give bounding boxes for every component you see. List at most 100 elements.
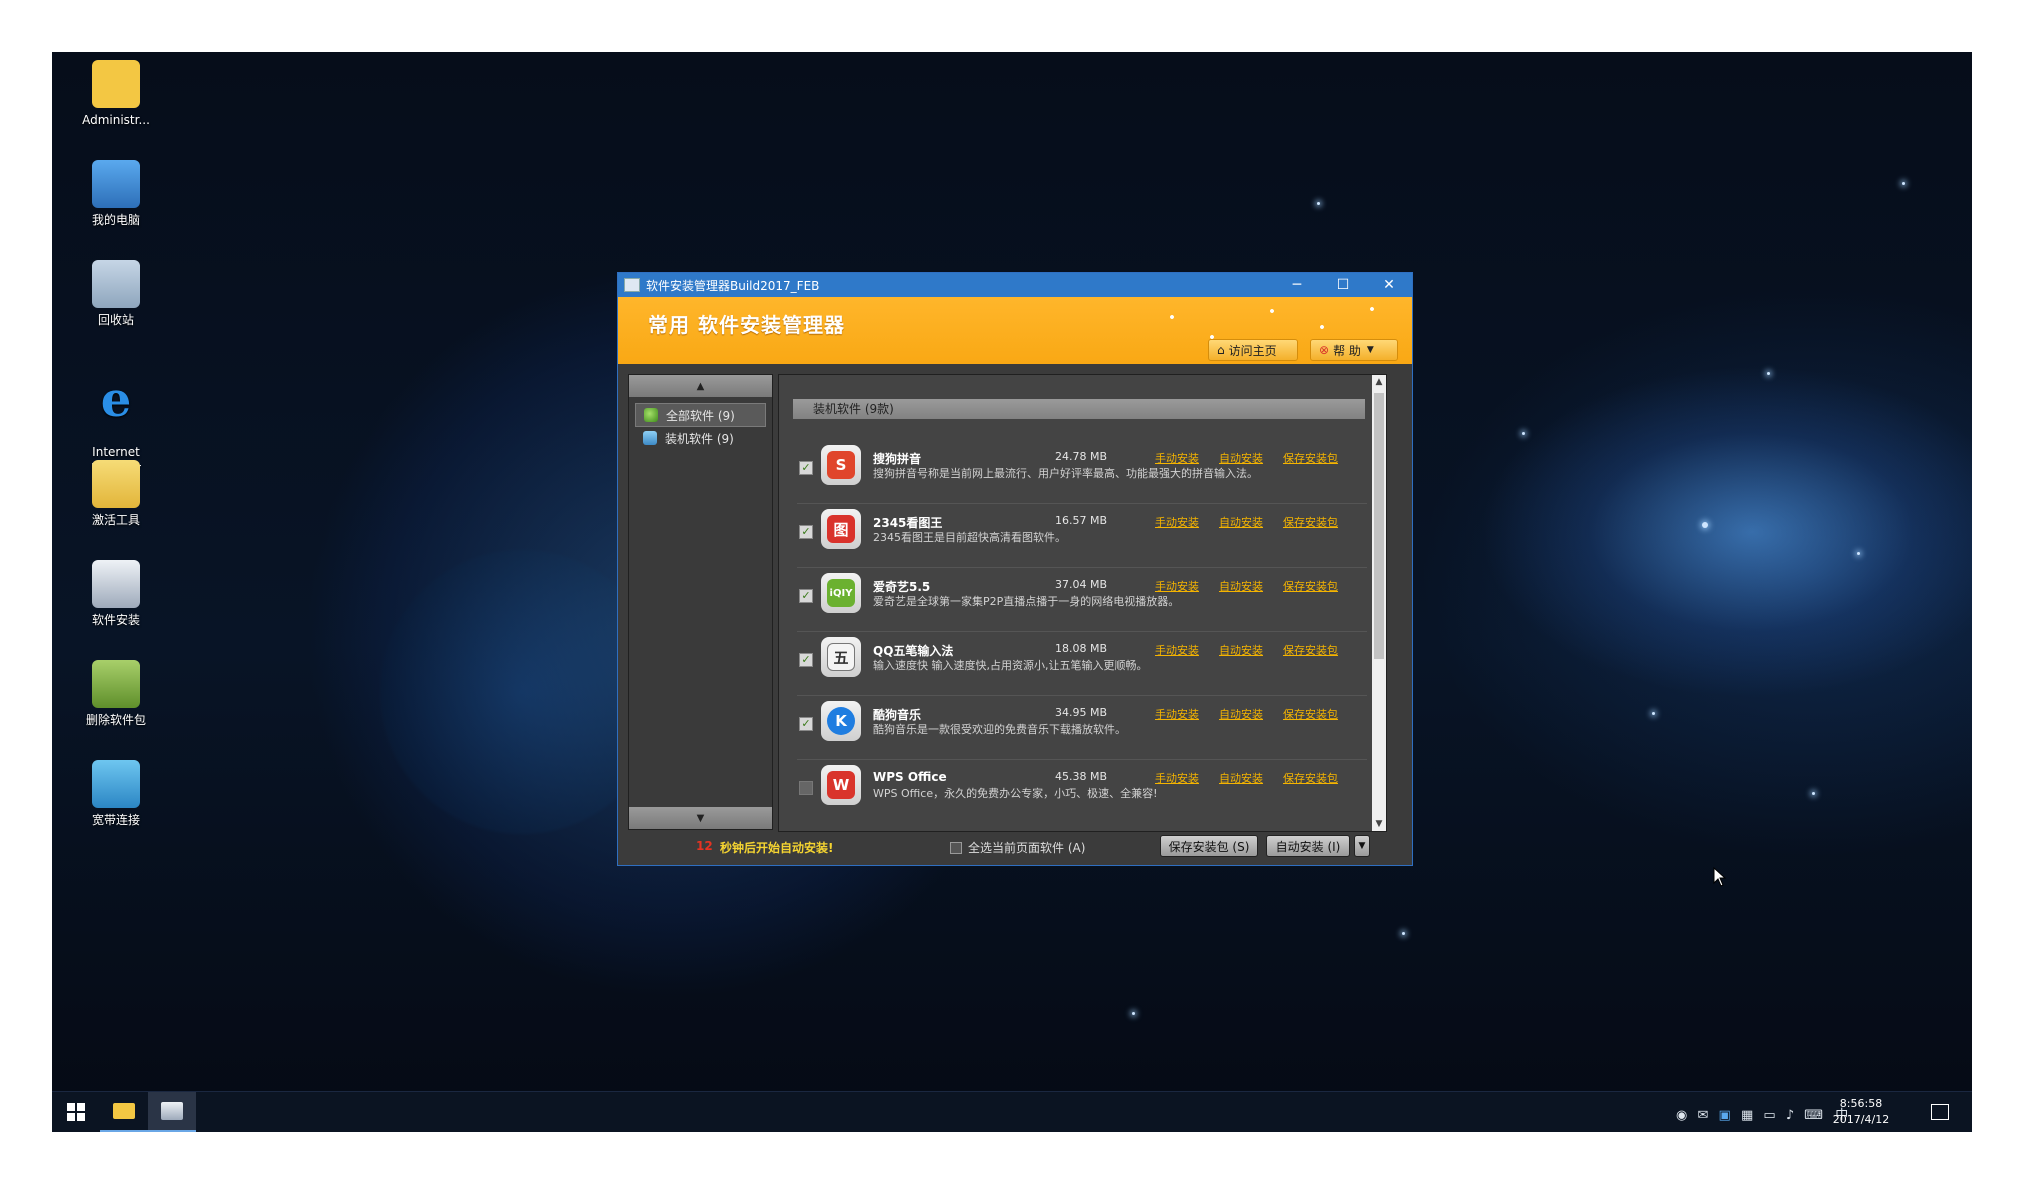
maximize-button[interactable]: ☐	[1320, 273, 1366, 297]
help-label: 帮 助	[1333, 343, 1361, 358]
auto-install-link[interactable]: 自动安装	[1219, 450, 1263, 466]
star	[1132, 1012, 1135, 1015]
desktop-icon-recycle-bin[interactable]: 回收站	[56, 260, 176, 328]
visit-home-button[interactable]: ⌂ 访问主页	[1208, 339, 1298, 361]
save-package-link[interactable]: 保存安装包	[1283, 514, 1338, 530]
taskbar-file-explorer[interactable]	[100, 1092, 148, 1132]
category-label: 全部软件 (9)	[666, 408, 735, 423]
auto-install-link[interactable]: 自动安装	[1219, 578, 1263, 594]
minimize-button[interactable]: ─	[1274, 273, 1320, 297]
software-size: 37.04 MB	[1054, 578, 1107, 591]
desktop-icon-delete-package[interactable]: 删除软件包	[56, 660, 176, 728]
select-all-checkbox[interactable]: 全选当前页面软件 (A)	[950, 839, 1085, 856]
help-button[interactable]: ⊗ 帮 助 ▼	[1310, 339, 1398, 361]
star	[1402, 932, 1405, 935]
software-row: ✓ S 搜狗拼音 搜狗拼音号称是当前网上最流行、用户好评率最高、功能最强大的拼音…	[797, 439, 1367, 504]
save-package-link[interactable]: 保存安装包	[1283, 450, 1338, 466]
auto-install-dropdown[interactable]: ▼	[1354, 835, 1370, 857]
save-package-link[interactable]: 保存安装包	[1283, 578, 1338, 594]
title-bar[interactable]: 软件安装管理器Build2017_FEB ─ ☐ ✕	[618, 273, 1412, 297]
desktop-icon-activate-tool[interactable]: 激活工具	[56, 460, 176, 528]
auto-install-link[interactable]: 自动安装	[1219, 706, 1263, 722]
manual-install-link[interactable]: 手动安装	[1155, 770, 1199, 786]
auto-install-link[interactable]: 自动安装	[1219, 642, 1263, 658]
manual-install-link[interactable]: 手动安装	[1155, 642, 1199, 658]
software-checkbox[interactable]: ✓	[799, 461, 813, 475]
arrow-up-icon[interactable]: ▲	[1372, 377, 1386, 387]
manual-install-link[interactable]: 手动安装	[1155, 706, 1199, 722]
activate-tool-icon	[92, 460, 140, 508]
action-center-button[interactable]	[1916, 1092, 1964, 1132]
auto-install-button[interactable]: 自动安装 (I)	[1266, 835, 1350, 857]
start-button[interactable]	[52, 1092, 100, 1132]
sogou-icon: S	[821, 445, 861, 485]
software-row: ✓ 五 QQ五笔输入法 输入速度快 输入速度快,占用资源小,让五笔输入更顺畅。 …	[797, 631, 1367, 696]
desktop-icon-software-install[interactable]: 软件安装	[56, 560, 176, 628]
software-desc: 输入速度快 输入速度快,占用资源小,让五笔输入更顺畅。	[873, 659, 1148, 672]
select-all-label: 全选当前页面软件 (A)	[968, 841, 1086, 855]
taskbar-installer[interactable]	[148, 1092, 196, 1132]
desktop-icon-my-computer[interactable]: 我的电脑	[56, 160, 176, 228]
software-size: 24.78 MB	[1054, 450, 1107, 463]
taskbar: ◉ ✉ ▣ ▦ ▭ ♪ ⌨ 中 8:56:58 2017/4/12	[52, 1091, 1972, 1132]
keyboard-icon: ⌨	[1804, 1108, 1824, 1123]
software-size: 18.08 MB	[1054, 642, 1107, 655]
scroll-down-button[interactable]: ▼	[629, 807, 772, 829]
user-folder-icon	[92, 60, 140, 108]
star	[1702, 522, 1708, 528]
home-icon: ⌂	[1217, 343, 1225, 357]
save-package-button[interactable]: 保存安装包 (S)	[1160, 835, 1258, 857]
computer-icon	[92, 160, 140, 208]
software-checkbox[interactable]: ✓	[799, 781, 813, 795]
save-package-link[interactable]: 保存安装包	[1283, 706, 1338, 722]
software-name: WPS Office	[873, 770, 947, 784]
desktop-icon-label: 宽带连接	[91, 813, 140, 827]
chevron-down-icon: ▼	[1358, 841, 1366, 851]
scrollbar-thumb[interactable]	[1374, 393, 1384, 659]
manual-install-link[interactable]: 手动安装	[1155, 450, 1199, 466]
manual-install-link[interactable]: 手动安装	[1155, 514, 1199, 530]
software-checkbox[interactable]: ✓	[799, 653, 813, 667]
software-row: ✓ iQIY 爱奇艺5.5 爱奇艺是全球第一家集P2P直播点播于一身的网络电视播…	[797, 567, 1367, 632]
internet-explorer-icon: e	[100, 372, 132, 428]
software-checkbox[interactable]: ✓	[799, 589, 813, 603]
category-install[interactable]: 装机软件 (9)	[635, 427, 766, 449]
manual-install-link[interactable]: 手动安装	[1155, 578, 1199, 594]
category-label: 装机软件 (9)	[665, 431, 734, 446]
software-row: ✓ K 酷狗音乐 酷狗音乐是一款很受欢迎的免费音乐下载播放软件。 34.95 M…	[797, 695, 1367, 760]
arrow-down-icon[interactable]: ▼	[1372, 819, 1386, 829]
save-package-link[interactable]: 保存安装包	[1283, 770, 1338, 786]
desktop-icon-label: 激活工具	[91, 513, 140, 527]
desktop-icon-broadband[interactable]: 宽带连接	[56, 760, 176, 828]
qq-wubi-icon: 五	[821, 637, 861, 677]
list-scrollbar[interactable]: ▲ ▼	[1372, 375, 1386, 831]
software-row: ✓ 图 2345看图王 2345看图王是目前超快高清看图软件。 16.57 MB…	[797, 503, 1367, 568]
install-software-icon	[643, 431, 657, 445]
installer-window: 软件安装管理器Build2017_FEB ─ ☐ ✕ 常用 软件安装管理器 ⌂ …	[617, 272, 1413, 866]
broadband-connect-icon	[92, 760, 140, 808]
star	[1767, 372, 1770, 375]
software-size: 45.38 MB	[1054, 770, 1107, 783]
category-all[interactable]: 全部软件 (9)	[635, 403, 766, 427]
section-header: 装机软件 (9款)	[793, 399, 1365, 419]
close-button[interactable]: ✕	[1366, 273, 1412, 297]
app-header: 常用 软件安装管理器 ⌂ 访问主页 ⊗ 帮 助 ▼	[618, 297, 1412, 364]
tray-icons[interactable]: ◉ ✉ ▣ ▦ ▭ ♪ ⌨ 中	[1676, 1104, 1848, 1123]
clock[interactable]: 8:56:58 2017/4/12	[1826, 1096, 1896, 1128]
software-checkbox[interactable]: ✓	[799, 717, 813, 731]
scroll-up-button[interactable]: ▲	[629, 375, 772, 397]
desktop-icon-administrator[interactable]: Administr...	[56, 60, 176, 128]
desktop-icon-label: Administr...	[82, 113, 150, 127]
save-package-link[interactable]: 保存安装包	[1283, 642, 1338, 658]
2345-viewer-icon: 图	[821, 509, 861, 549]
star	[1317, 202, 1320, 205]
software-checkbox[interactable]: ✓	[799, 525, 813, 539]
app-tray-icon: ▣	[1718, 1108, 1731, 1123]
desktop-icon-label: 回收站	[97, 313, 134, 327]
software-install-icon	[161, 1102, 183, 1120]
desktop-icon-label: 我的电脑	[91, 213, 140, 227]
network-icon: ▭	[1763, 1108, 1776, 1123]
auto-install-link[interactable]: 自动安装	[1219, 770, 1263, 786]
auto-install-link[interactable]: 自动安装	[1219, 514, 1263, 530]
help-icon: ⊗	[1319, 343, 1330, 357]
